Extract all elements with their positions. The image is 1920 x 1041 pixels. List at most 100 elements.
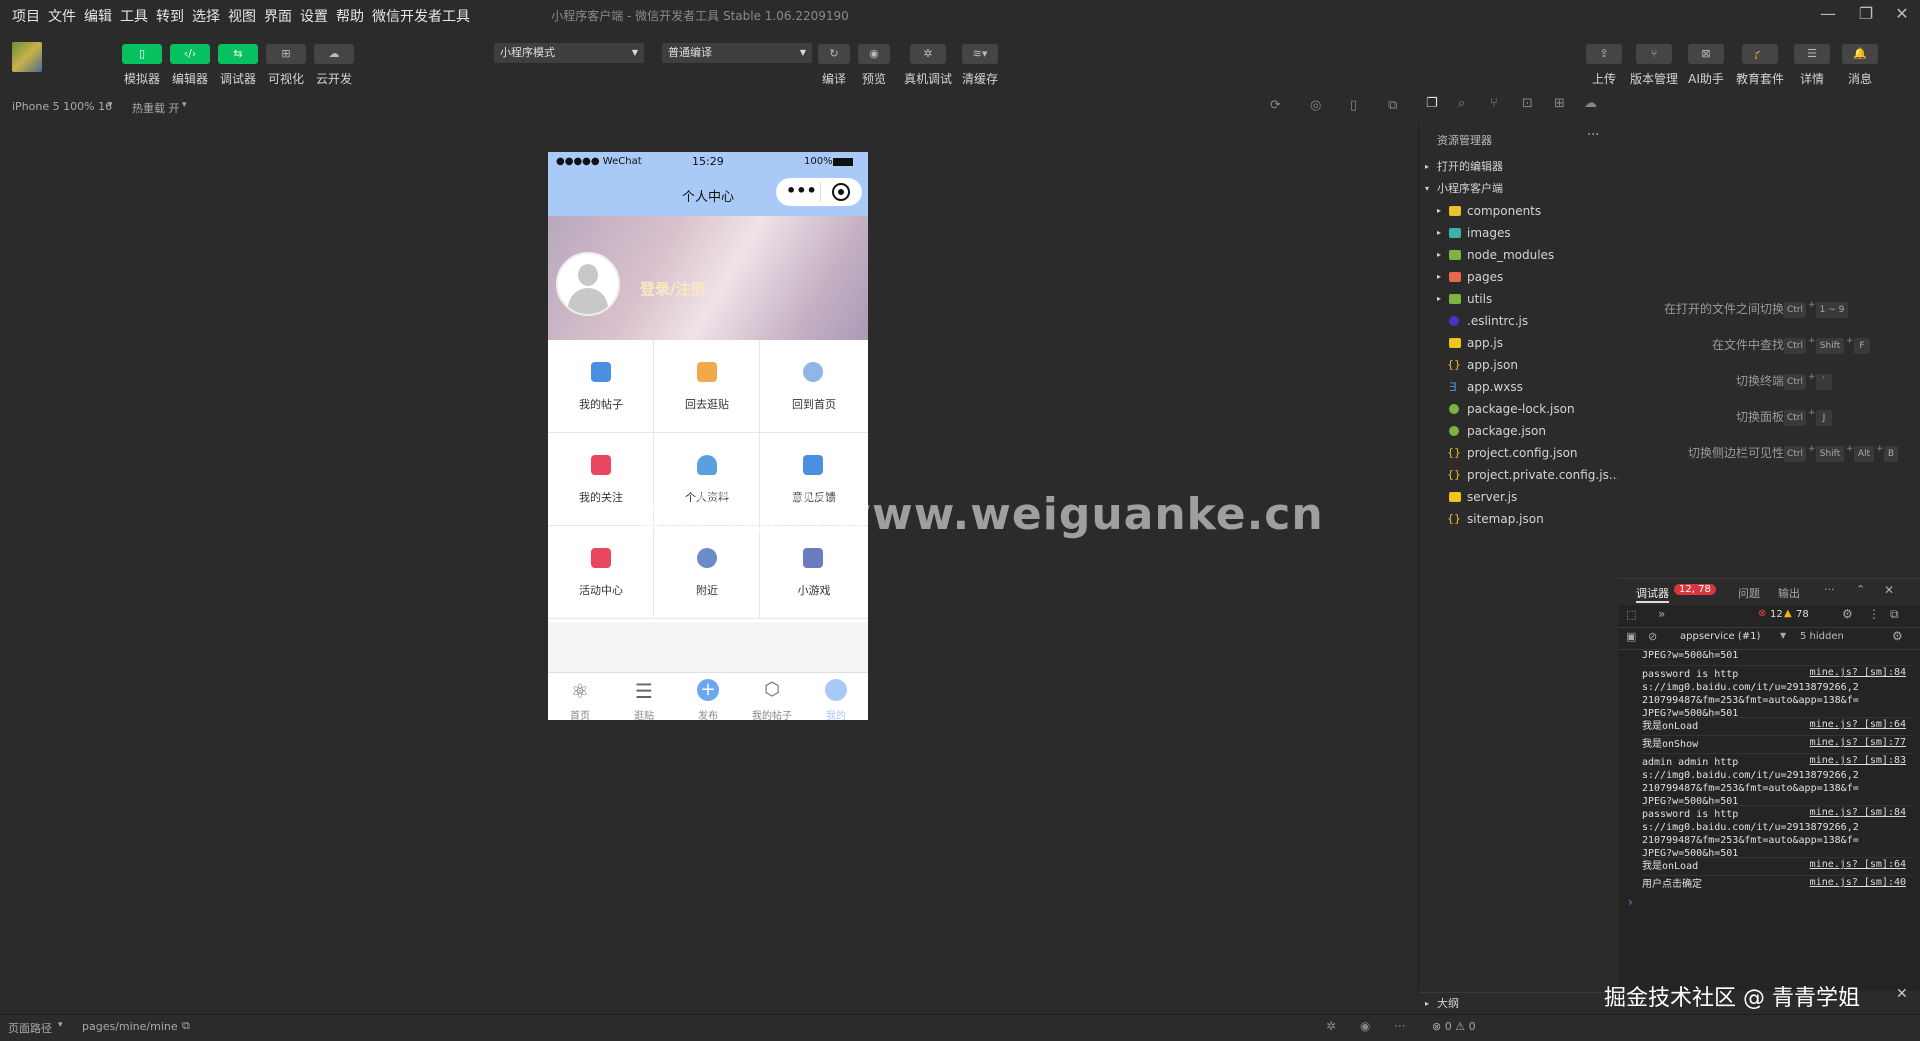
- chevrons-right-icon[interactable]: »: [1658, 607, 1665, 621]
- files-icon[interactable]: ❐: [1426, 96, 1438, 111]
- more-icon[interactable]: •••: [786, 181, 817, 200]
- open-editors-section[interactable]: ▸ 打开的编辑器: [1419, 156, 1619, 178]
- details-button[interactable]: ☰: [1794, 44, 1830, 64]
- dock-icon[interactable]: ⧉: [1890, 607, 1899, 622]
- ai-button[interactable]: ⊠: [1688, 44, 1724, 64]
- tab-home[interactable]: ⚛ 首页: [548, 673, 612, 720]
- copy-icon[interactable]: ⧉: [182, 1019, 190, 1033]
- phone-icon[interactable]: ▯: [1350, 98, 1357, 113]
- folder-components[interactable]: ▸ components: [1419, 200, 1619, 222]
- remote-debug-button[interactable]: ✲: [910, 44, 946, 64]
- debugger-tabs: 调试器 12, 78 问题 输出 ··· ⌃ ✕: [1618, 579, 1920, 605]
- project-section[interactable]: ▾ 小程序客户端: [1419, 178, 1619, 200]
- cloud-button[interactable]: ☁: [314, 44, 354, 64]
- git-icon[interactable]: ⑂: [1490, 96, 1498, 111]
- more-icon[interactable]: ···: [1587, 128, 1599, 143]
- close-icon[interactable]: ✕: [1884, 583, 1894, 597]
- debugger-button[interactable]: ⇆: [218, 44, 258, 64]
- file-package-json[interactable]: package.json: [1419, 420, 1619, 442]
- file-app-wxss[interactable]: ∃ app.wxss: [1419, 376, 1619, 398]
- tab-mine[interactable]: 我的: [804, 673, 868, 720]
- close-icon[interactable]: ✕: [1896, 986, 1908, 1002]
- tab-issues[interactable]: 问题: [1738, 585, 1760, 601]
- folder-pages[interactable]: ▸ pages: [1419, 266, 1619, 288]
- folder-node-modules[interactable]: ▸ node_modules: [1419, 244, 1619, 266]
- console-prompt[interactable]: ›: [1628, 895, 1633, 909]
- grid-item-my-posts[interactable]: 我的帖子: [548, 340, 654, 433]
- messages-button[interactable]: 🔔: [1842, 44, 1878, 64]
- version-button[interactable]: ⑂: [1636, 44, 1672, 64]
- clear-console-icon[interactable]: ⊘: [1648, 630, 1657, 643]
- kebab-icon[interactable]: ⋮: [1868, 607, 1880, 621]
- restore-icon[interactable]: ❐: [1854, 4, 1878, 26]
- folder-utils[interactable]: ▸ utils: [1419, 288, 1619, 310]
- grid-item-home[interactable]: 回到首页: [760, 340, 868, 433]
- close-icon[interactable]: ✕: [1890, 4, 1914, 26]
- chevron-up-icon[interactable]: ⌃: [1856, 583, 1865, 596]
- simulator-subbar: iPhone 5 100% 16 ▾ 热重载 开 ▾ ⟳ ◎ ▯ ⧉: [0, 88, 1418, 124]
- phone-screen: ●●●●● WeChat 15:29 100% 个人中心 ••• 登录/注册 我…: [548, 152, 868, 720]
- tab-publish[interactable]: + 发布: [676, 673, 740, 720]
- page-path-label[interactable]: 页面路径: [8, 1020, 52, 1036]
- device-select[interactable]: iPhone 5 100% 16: [12, 100, 112, 113]
- file-eslintrc[interactable]: .eslintrc.js: [1419, 310, 1619, 332]
- tab-output[interactable]: 输出: [1778, 585, 1800, 601]
- inspect-icon[interactable]: ⬚: [1626, 608, 1636, 621]
- avatar[interactable]: [556, 252, 620, 316]
- visual-button[interactable]: ⊞: [266, 44, 306, 64]
- upload-button[interactable]: ⇪: [1586, 44, 1622, 64]
- console-toolbar: ▣ ⊘ appservice (#1) ▼ 5 hidden ⚙: [1618, 627, 1920, 650]
- record-icon[interactable]: ◎: [1310, 98, 1321, 113]
- file-project-private-config[interactable]: {} project.private.config.js...: [1419, 464, 1620, 486]
- minimize-icon[interactable]: —: [1816, 4, 1840, 26]
- extensions-icon[interactable]: ⊞: [1554, 96, 1565, 111]
- debug-icon[interactable]: ⊡: [1522, 96, 1533, 111]
- log-source-link[interactable]: mine.js? [sm]:64: [1810, 858, 1906, 871]
- editor-button[interactable]: ‹/›: [170, 44, 210, 64]
- mode-select[interactable]: 小程序模式 ▼: [494, 43, 644, 63]
- tab-my-posts[interactable]: ⬡ 我的帖子: [740, 673, 804, 720]
- problems-status[interactable]: ⊗ 0 ⚠ 0: [1432, 1020, 1476, 1033]
- capsule-button[interactable]: •••: [776, 178, 862, 206]
- gear-icon[interactable]: ⚙: [1842, 607, 1853, 621]
- eye-icon[interactable]: ◉: [1360, 1019, 1370, 1033]
- log-source-link[interactable]: mine.js? [sm]:83: [1810, 754, 1906, 767]
- grid-item-browse[interactable]: 回去逛贴: [654, 340, 760, 433]
- file-sitemap[interactable]: {} sitemap.json: [1419, 508, 1619, 530]
- close-target-icon[interactable]: [832, 183, 850, 201]
- popout-icon[interactable]: ⧉: [1388, 98, 1397, 113]
- cloud-icon[interactable]: ☁: [1584, 96, 1597, 111]
- file-app-js[interactable]: app.js: [1419, 332, 1619, 354]
- file-project-config[interactable]: {} project.config.json: [1419, 442, 1619, 464]
- sidebar-toggle-icon[interactable]: ▣: [1626, 630, 1636, 643]
- more-icon[interactable]: ···: [1394, 1019, 1405, 1033]
- avatar[interactable]: [12, 42, 42, 72]
- compile-select[interactable]: 普通编译 ▼: [662, 43, 812, 63]
- simulator-button[interactable]: ▯: [122, 44, 162, 64]
- outline-section[interactable]: ▸ 大纲: [1419, 992, 1619, 1015]
- log-source-link[interactable]: mine.js? [sm]:64: [1810, 718, 1906, 731]
- folder-images[interactable]: ▸ images: [1419, 222, 1619, 244]
- bug-icon[interactable]: ✲: [1326, 1019, 1336, 1033]
- log-source-link[interactable]: mine.js? [sm]:84: [1810, 666, 1906, 679]
- compile-button[interactable]: ↻: [818, 44, 850, 64]
- preview-button[interactable]: ◉: [858, 44, 890, 64]
- education-button[interactable]: 🎓: [1742, 44, 1778, 64]
- file-server-js[interactable]: server.js: [1419, 486, 1619, 508]
- gear-icon[interactable]: ⚙: [1892, 629, 1903, 643]
- tab-browse[interactable]: ☰ 逛贴: [612, 673, 676, 720]
- rotate-icon[interactable]: ⟳: [1270, 98, 1281, 113]
- search-icon[interactable]: ⌕: [1458, 96, 1465, 111]
- hotreload-toggle[interactable]: 热重载 开: [132, 100, 180, 116]
- file-package-lock[interactable]: package-lock.json: [1419, 398, 1619, 420]
- clear-cache-button[interactable]: ≋▾: [962, 44, 998, 64]
- log-source-link[interactable]: mine.js? [sm]:84: [1810, 806, 1906, 819]
- log-source-link[interactable]: mine.js? [sm]:77: [1810, 736, 1906, 749]
- more-icon[interactable]: ···: [1824, 583, 1835, 596]
- login-link[interactable]: 登录/注册: [640, 278, 705, 299]
- file-app-json[interactable]: {} app.json: [1419, 354, 1619, 376]
- context-select[interactable]: appservice (#1): [1680, 631, 1760, 642]
- log-source-link[interactable]: mine.js? [sm]:40: [1810, 876, 1906, 889]
- json-icon: {}: [1447, 358, 1461, 371]
- tab-debugger[interactable]: 调试器: [1636, 585, 1669, 603]
